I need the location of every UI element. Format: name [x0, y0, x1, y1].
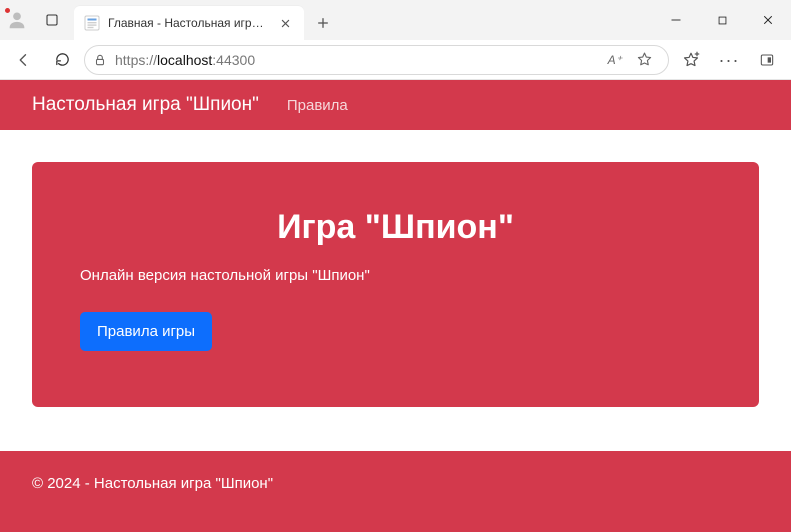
favorite-star-button[interactable]: [628, 44, 660, 76]
favicon-icon: [84, 15, 100, 31]
rules-button[interactable]: Правила игры: [80, 312, 212, 351]
main-container: Игра "Шпион" Онлайн версия настольной иг…: [0, 130, 791, 451]
window-minimize-button[interactable]: [653, 0, 699, 40]
tab-actions-button[interactable]: [36, 4, 68, 36]
tab-title: Главная - Настольная игра "Шпион": [108, 16, 268, 30]
favorites-button[interactable]: [675, 44, 707, 76]
browser-titlebar: Главная - Настольная игра "Шпион": [0, 0, 791, 40]
new-tab-button[interactable]: [308, 8, 338, 38]
lock-icon: [93, 53, 107, 67]
address-input[interactable]: https://localhost:44300 A⁺: [84, 45, 669, 75]
page-viewport: Настольная игра "Шпион" Правила Игра "Шп…: [0, 80, 791, 532]
jumbo-heading: Игра "Шпион": [80, 208, 711, 247]
site-footer: © 2024 - Настольная игра "Шпион": [0, 451, 791, 532]
footer-text: © 2024 - Настольная игра "Шпион": [32, 475, 273, 492]
jumbotron: Игра "Шпион" Онлайн версия настольной иг…: [32, 162, 759, 407]
settings-menu-button[interactable]: ···: [713, 44, 745, 76]
jumbo-subheading: Онлайн версия настольной игры "Шпион": [80, 267, 711, 284]
url-scheme: https://: [115, 52, 157, 68]
window-close-button[interactable]: [745, 0, 791, 40]
profile-avatar[interactable]: [6, 9, 28, 31]
back-button[interactable]: [8, 44, 40, 76]
notification-dot-icon: [4, 7, 11, 14]
reader-mode-button[interactable]: A⁺: [604, 44, 626, 76]
url-text: https://localhost:44300: [115, 52, 255, 68]
url-host: localhost: [157, 52, 212, 68]
sidebar-toggle-button[interactable]: [751, 44, 783, 76]
more-icon: ···: [719, 51, 740, 69]
brand-link[interactable]: Настольная игра "Шпион": [32, 94, 259, 116]
browser-tab[interactable]: Главная - Настольная игра "Шпион": [74, 6, 304, 40]
url-port: :44300: [212, 52, 255, 68]
tab-close-button[interactable]: [276, 14, 294, 32]
site-navbar: Настольная игра "Шпион" Правила: [0, 80, 791, 130]
nav-rules-link[interactable]: Правила: [287, 97, 348, 114]
refresh-button[interactable]: [46, 44, 78, 76]
browser-address-bar: https://localhost:44300 A⁺ ···: [0, 40, 791, 80]
reader-mode-label: A⁺: [608, 53, 622, 67]
window-maximize-button[interactable]: [699, 0, 745, 40]
